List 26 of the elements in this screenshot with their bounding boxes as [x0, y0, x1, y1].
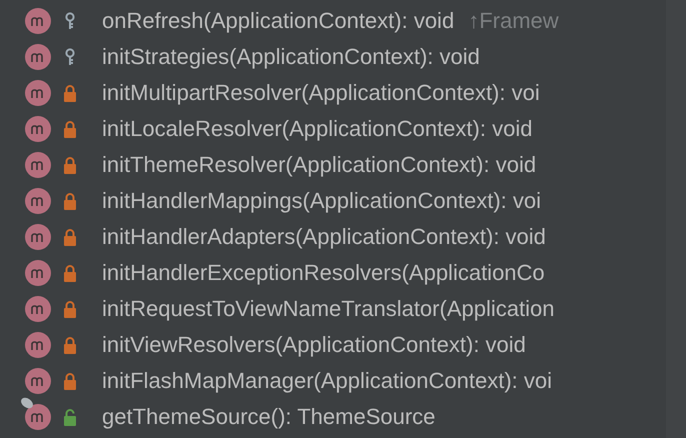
lock-icon: [63, 192, 77, 210]
method-signature[interactable]: initStrategies(ApplicationContext): void: [102, 44, 480, 70]
unlocked-lock-icon: [63, 408, 77, 426]
lock-icon: [63, 84, 77, 102]
method-signature[interactable]: initHandlerExceptionResolvers(ApplicationCo: [102, 260, 545, 286]
method-signature[interactable]: initHandlerAdapters(ApplicationContext): void: [102, 224, 546, 250]
lock-icon: [63, 264, 77, 282]
lock-icon: [63, 372, 77, 390]
method-signature[interactable]: initHandlerMappings(ApplicationContext): voi: [102, 188, 542, 214]
key-icon: [63, 12, 77, 30]
method-signature[interactable]: initThemeResolver(ApplicationContext): void: [102, 152, 536, 178]
method-signature[interactable]: initViewResolvers(ApplicationContext): void: [102, 332, 526, 358]
method-signature[interactable]: onRefresh(ApplicationContext): void: [102, 8, 454, 34]
method-signature[interactable]: initFlashMapManager(ApplicationContext): voi: [102, 368, 552, 394]
lock-icon: [63, 228, 77, 246]
method-signature[interactable]: initRequestToViewNameTranslator(Application: [102, 296, 554, 322]
lock-icon: [63, 300, 77, 318]
inherited-from-label: ↑Framew: [468, 8, 559, 34]
method-signature[interactable]: getThemeSource(): ThemeSource: [102, 404, 436, 430]
method-icon: [23, 402, 53, 432]
method-signature[interactable]: initLocaleResolver(ApplicationContext): void: [102, 116, 532, 142]
lock-icon: [63, 336, 77, 354]
method-signature[interactable]: initMultipartResolver(ApplicationContext): voi: [102, 80, 540, 106]
key-icon: [63, 48, 77, 66]
lock-icon: [63, 120, 77, 138]
lock-icon: [63, 156, 77, 174]
